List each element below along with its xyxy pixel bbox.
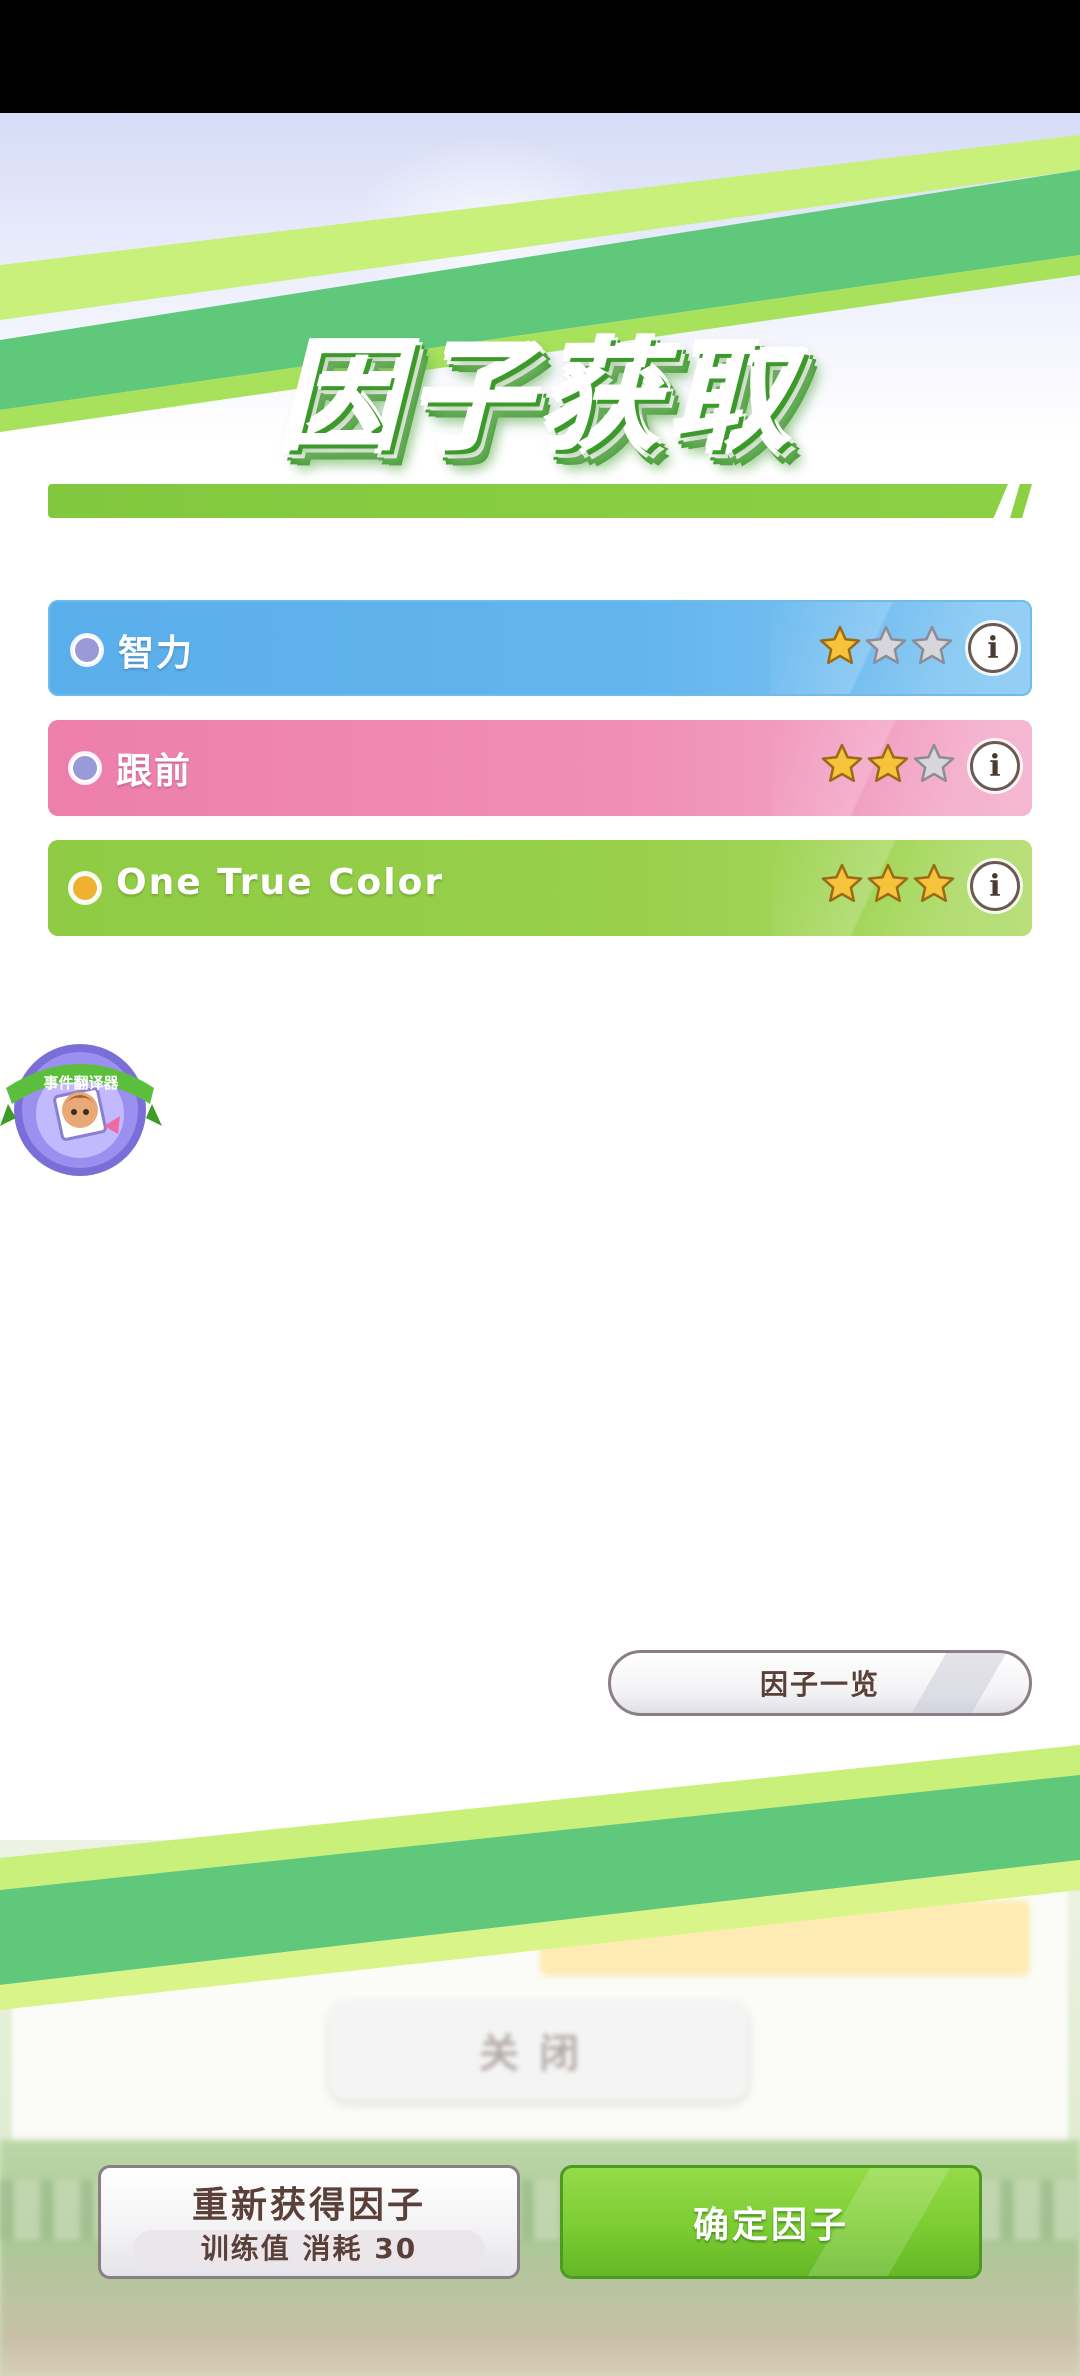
factor-type-dot-icon <box>72 635 102 665</box>
factor-list-button[interactable]: 因子一览 <box>608 1650 1032 1716</box>
star-filled-icon <box>867 863 909 903</box>
page-title: 因子获取 <box>0 300 1080 474</box>
background-close-button: 关闭 <box>330 2000 748 2100</box>
factor-row[interactable]: 智力 i <box>48 600 1032 696</box>
star-filled-icon <box>819 625 861 665</box>
factor-type-dot-icon <box>70 753 100 783</box>
factor-list-button-label: 因子一览 <box>759 1668 880 1701</box>
confirm-factor-button[interactable]: 确定因子 <box>560 2165 982 2279</box>
status-bar <box>0 0 1080 113</box>
badge-label: 事件翻译器 <box>43 1074 119 1092</box>
bottom-background-scene: 关闭 <box>0 1840 1080 2376</box>
factor-row[interactable]: 跟前 i <box>48 720 1032 816</box>
factor-row[interactable]: One True Color i <box>48 840 1032 936</box>
factor-name: 智力 <box>118 633 195 674</box>
star-empty-icon <box>913 743 955 783</box>
star-rating <box>818 624 954 668</box>
event-translator-badge[interactable]: 事件翻译器 <box>0 1030 162 1180</box>
confirm-factor-label: 确定因子 <box>692 2205 849 2246</box>
factor-name: 跟前 <box>116 751 193 792</box>
star-filled-icon <box>821 743 863 783</box>
star-empty-icon <box>911 625 953 665</box>
factor-name: One True Color <box>116 862 445 903</box>
info-icon[interactable]: i <box>970 861 1020 911</box>
reget-factor-label: 重新获得因子 <box>191 2185 426 2226</box>
star-filled-icon <box>821 863 863 903</box>
factor-type-dot-icon <box>70 873 100 903</box>
reget-cost-label: 训练值 消耗 30 <box>133 2230 485 2268</box>
info-icon[interactable]: i <box>968 623 1018 673</box>
title-underline-bar <box>48 484 1008 518</box>
info-icon[interactable]: i <box>970 741 1020 791</box>
reget-factor-button[interactable]: 重新获得因子 训练值 消耗 30 <box>98 2165 520 2279</box>
title-underline-tail <box>1010 484 1032 518</box>
star-rating <box>820 862 956 906</box>
star-filled-icon <box>867 743 909 783</box>
star-filled-icon <box>913 863 955 903</box>
star-rating <box>820 742 956 786</box>
star-empty-icon <box>865 625 907 665</box>
